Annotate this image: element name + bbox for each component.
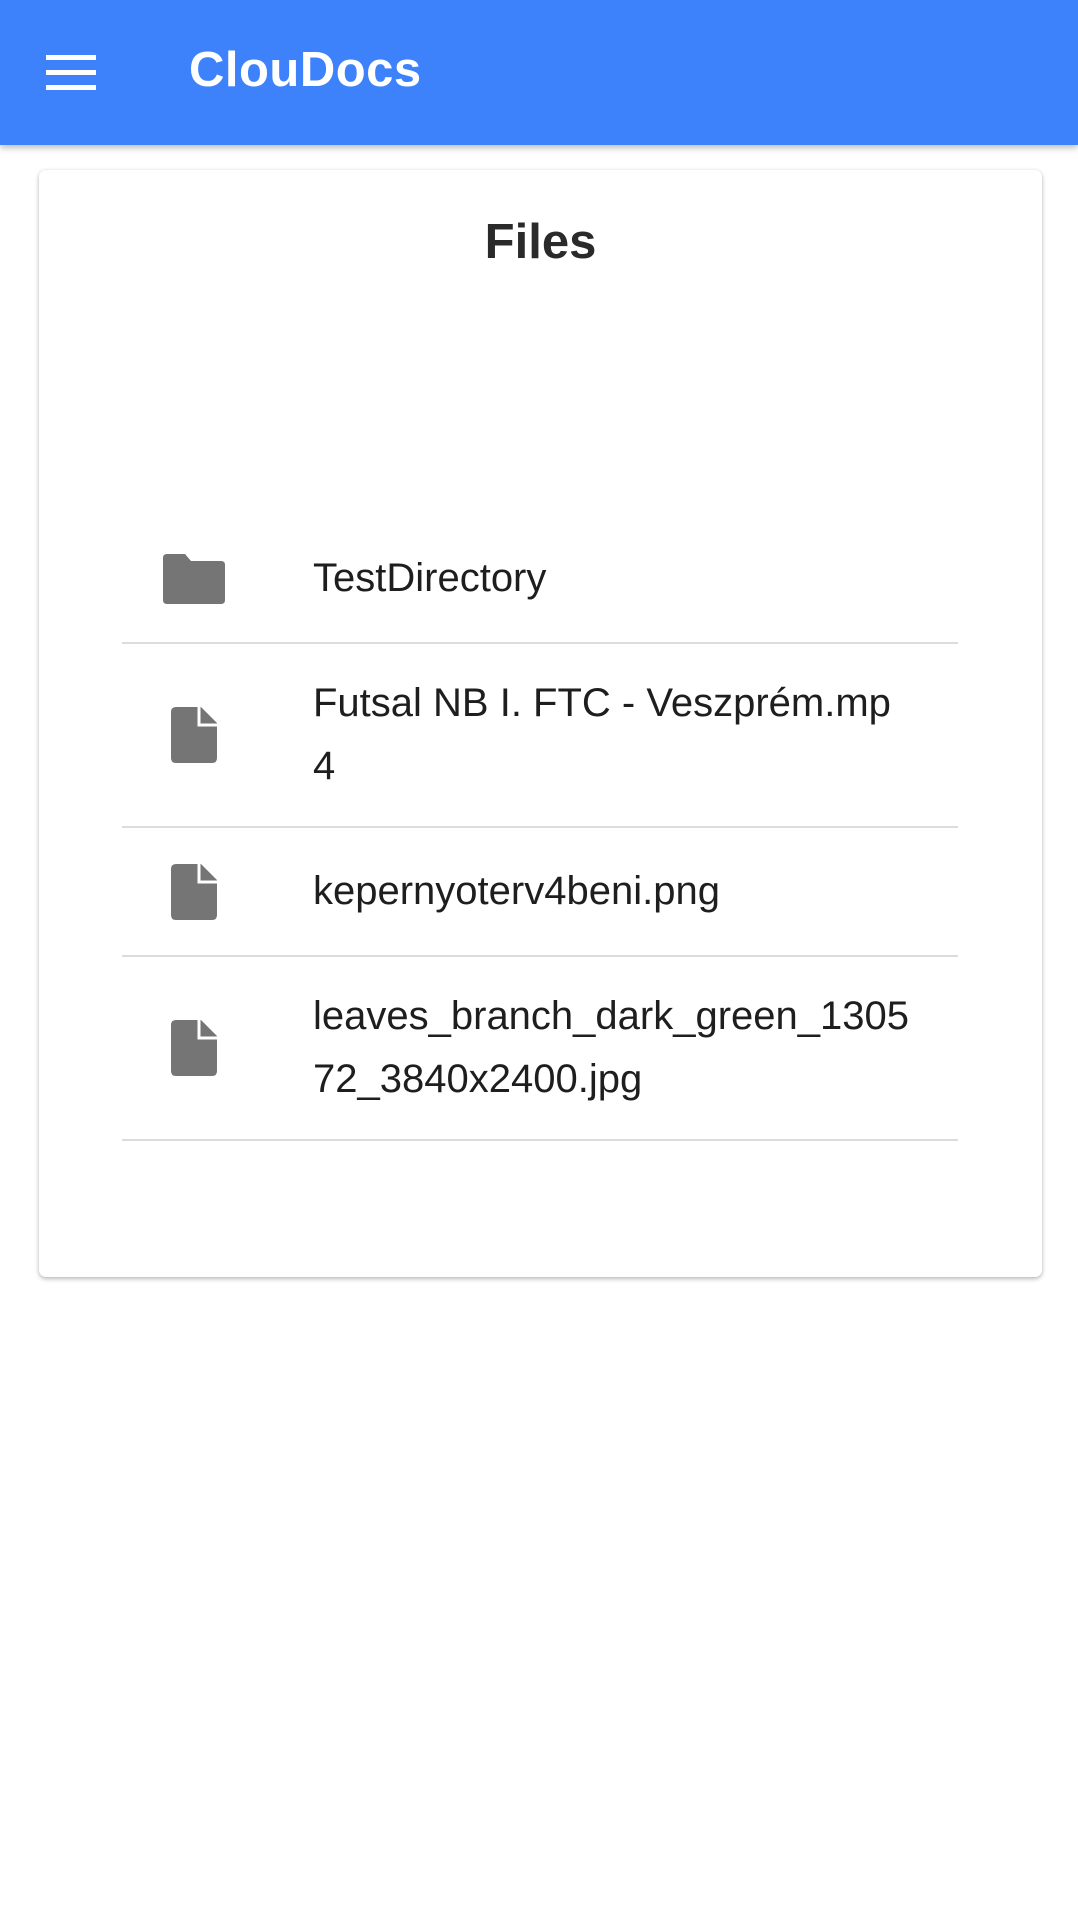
- file-icon: [162, 860, 226, 924]
- file-list: TestDirectory Futsal NB I. FTC - Veszpré…: [122, 515, 958, 1141]
- app-title: ClouDocs: [189, 43, 422, 97]
- folder-icon: [162, 547, 226, 611]
- file-name: Futsal NB I. FTC - Veszprém.mp4: [313, 681, 891, 788]
- file-icon: [162, 703, 226, 767]
- app-bar: ClouDocs: [0, 0, 1078, 145]
- file-name: TestDirectory: [313, 556, 547, 600]
- file-name: leaves_branch_dark_green_130572_3840x240…: [313, 994, 910, 1101]
- list-item-file[interactable]: leaves_branch_dark_green_130572_3840x240…: [122, 957, 958, 1141]
- hamburger-menu-icon: [46, 55, 96, 90]
- list-item-file[interactable]: kepernyoterv4beni.png: [122, 828, 958, 957]
- page-title: Files: [484, 215, 597, 269]
- files-card: Files TestDirectory Futsal NB I. FTC - V…: [39, 170, 1042, 1277]
- list-item-file[interactable]: Futsal NB I. FTC - Veszprém.mp4: [122, 644, 958, 828]
- menu-button[interactable]: [34, 38, 114, 108]
- list-item-folder[interactable]: TestDirectory: [122, 515, 958, 644]
- file-name: kepernyoterv4beni.png: [313, 869, 720, 913]
- file-icon: [162, 1016, 226, 1080]
